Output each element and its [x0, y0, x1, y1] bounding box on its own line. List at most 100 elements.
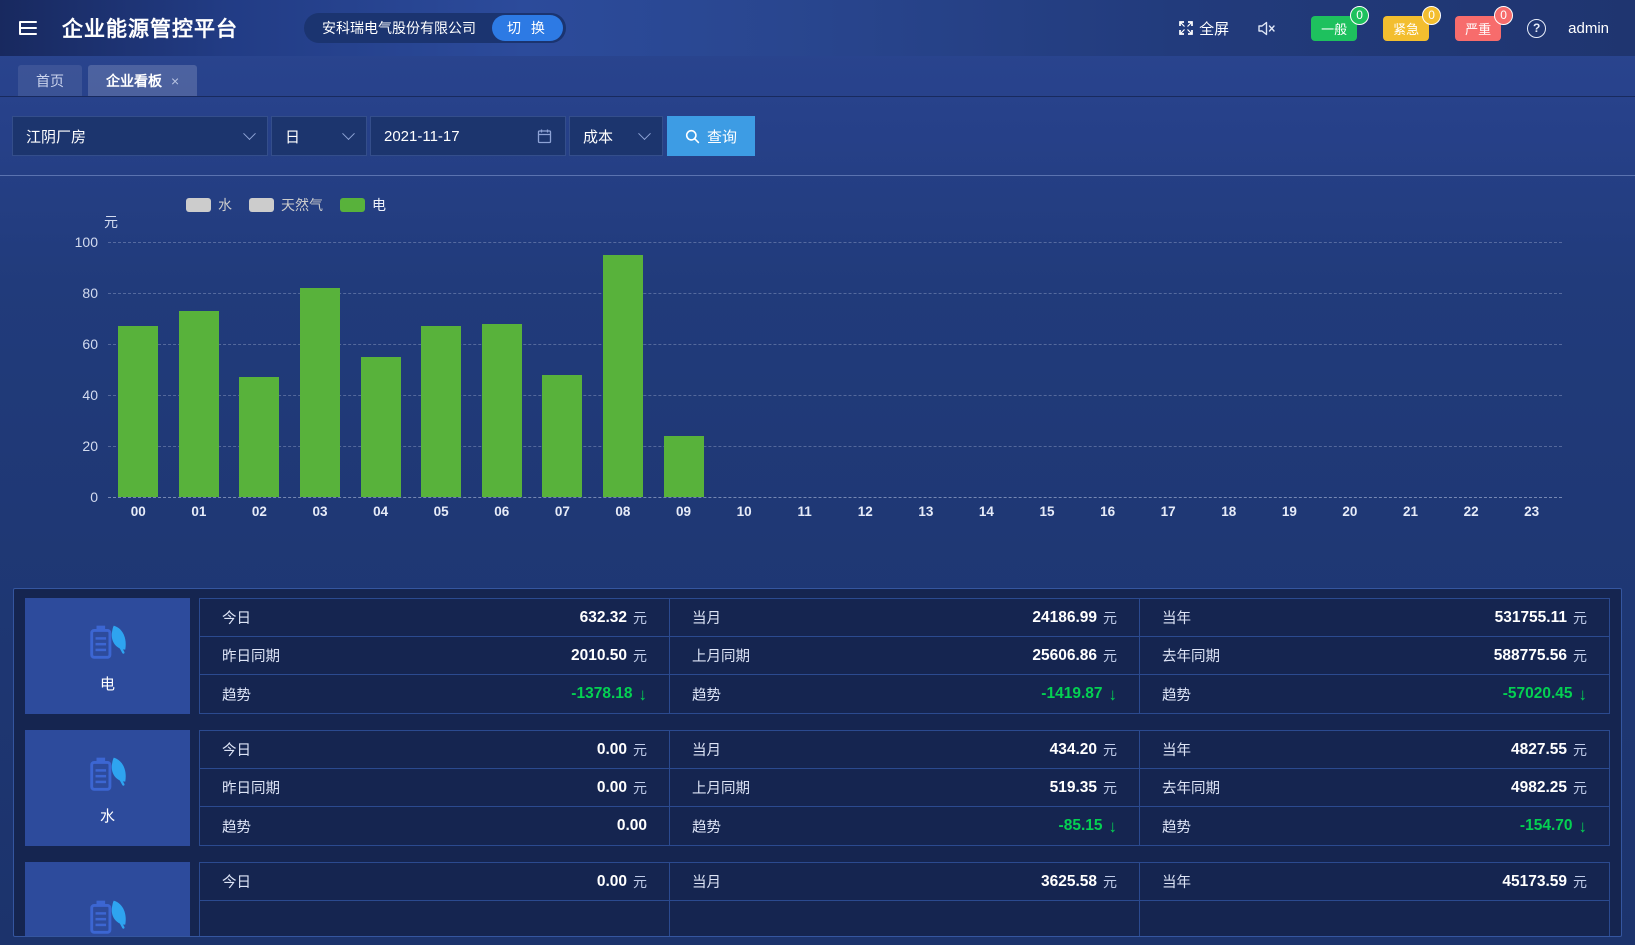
stat-cell	[200, 901, 669, 937]
stat-cell-value: 519.35	[1050, 779, 1097, 797]
stat-cell-label: 今日	[222, 871, 251, 892]
gridline	[108, 497, 1562, 498]
x-axis-label: 16	[1077, 504, 1138, 519]
stat-cell-label: 当月	[692, 871, 721, 892]
stat-cell: 去年同期588775.56元	[1140, 637, 1609, 675]
energy-type-tile: 水	[25, 730, 190, 846]
trend-down-icon: ↓	[1109, 686, 1118, 703]
battery-leaf-icon	[85, 750, 131, 796]
stat-cell: 今日0.00元	[200, 863, 669, 901]
stat-column-3: 当年4827.55元去年同期4982.25元趋势-154.70↓	[1139, 730, 1610, 846]
metric-select[interactable]: 成本	[569, 116, 663, 156]
period-select[interactable]: 日	[271, 116, 367, 156]
energy-cost-chart: 水天然气电 元 100806040200 0001020304050607080…	[0, 176, 1635, 585]
trend-down-icon: ↓	[639, 686, 648, 703]
alarm-normal-button[interactable]: 一般 0	[1311, 16, 1357, 41]
stat-cell: 上月同期519.35元	[670, 769, 1139, 807]
chevron-down-icon	[638, 127, 651, 140]
stat-cell: 今日 632.32 元	[200, 599, 669, 637]
legend-swatch	[340, 198, 365, 212]
mute-speaker-icon[interactable]	[1257, 20, 1277, 37]
switch-company-button[interactable]: 切 换	[492, 15, 563, 41]
stat-cell-value: 632.32	[580, 609, 627, 627]
stat-cell: 趋势-85.15↓	[670, 807, 1139, 845]
bar-08	[603, 255, 643, 497]
stat-cell-value: 434.20	[1050, 741, 1097, 759]
stat-cell-label: 上月同期	[692, 777, 750, 798]
stat-cell-value: 45173.59	[1502, 873, 1567, 891]
stat-cell-value: 2010.50	[571, 647, 627, 665]
tab-enterprise-board[interactable]: 企业看板 ×	[88, 65, 197, 96]
legend-item-水[interactable]: 水	[186, 195, 232, 215]
stat-cell-value: -1378.18	[571, 685, 632, 703]
alarm-severe-count-badge: 0	[1494, 6, 1513, 25]
stat-cell-value: 0.00	[597, 873, 627, 891]
site-select[interactable]: 江阴厂房	[12, 116, 268, 156]
y-axis-tick: 60	[30, 335, 98, 353]
bar-06	[482, 324, 522, 497]
stat-cell-value: 0.00	[597, 779, 627, 797]
bar-00	[118, 326, 158, 497]
stat-column-2: 当月3625.58元	[669, 862, 1140, 937]
bar-01	[179, 311, 219, 497]
tab-close-icon[interactable]: ×	[171, 73, 179, 89]
legend-label: 电	[372, 195, 386, 215]
stat-cell-label: 上月同期	[692, 645, 750, 666]
stat-cell-value: 588775.56	[1494, 647, 1567, 665]
stat-card-水: 水今日0.00元昨日同期0.00元趋势0.00当月434.20元上月同期519.…	[25, 730, 1610, 846]
chevron-down-icon	[342, 127, 355, 140]
alarm-group: 一般 0 紧急 0 严重 0	[1311, 16, 1527, 41]
stat-cell: 当月434.20元	[670, 731, 1139, 769]
stat-cell-unit: 元	[1573, 646, 1587, 666]
bar-07	[542, 375, 582, 497]
stat-cell-unit: 元	[633, 608, 647, 628]
stat-cell-unit: 元	[1103, 740, 1117, 760]
stat-cell-unit: 元	[1573, 608, 1587, 628]
date-picker[interactable]: 2021-11-17	[370, 116, 566, 156]
stat-cell: 去年同期4982.25元	[1140, 769, 1609, 807]
stat-cell: 趋势0.00	[200, 807, 669, 845]
stat-cell-unit: 元	[1573, 740, 1587, 760]
x-axis-label: 14	[956, 504, 1017, 519]
help-icon[interactable]: ?	[1527, 19, 1546, 38]
x-axis-label: 18	[1199, 504, 1260, 519]
stat-rows: 今日0.00元当月3625.58元当年45173.59元	[199, 862, 1610, 937]
tab-home[interactable]: 首页	[18, 65, 82, 96]
x-axis-label: 10	[714, 504, 775, 519]
y-axis-tick: 100	[30, 233, 98, 251]
battery-leaf-icon	[85, 893, 131, 938]
page-title: 企业能源管控平台	[62, 13, 238, 43]
fullscreen-button[interactable]: 全屏	[1178, 18, 1229, 39]
x-axis-label: 23	[1501, 504, 1562, 519]
search-button[interactable]: 查询	[667, 116, 755, 156]
chevron-down-icon	[243, 127, 256, 140]
stat-cell: 当年45173.59元	[1140, 863, 1609, 901]
x-axis-label: 04	[350, 504, 411, 519]
x-axis-label: 17	[1138, 504, 1199, 519]
stat-cell-label: 当年	[1162, 739, 1191, 760]
stat-card-电: 电今日632.32元昨日同期2010.50元趋势-1378.18↓当月24186…	[25, 598, 1610, 714]
bar-05	[421, 326, 461, 497]
legend-item-电[interactable]: 电	[340, 195, 386, 215]
y-axis-name: 元	[30, 212, 118, 232]
x-axis-label: 08	[593, 504, 654, 519]
x-axis-label: 01	[169, 504, 230, 519]
search-icon	[685, 129, 700, 144]
stat-cell-value: 531755.11	[1495, 609, 1567, 627]
x-axis-label: 15	[1017, 504, 1078, 519]
user-menu[interactable]: admin	[1568, 20, 1609, 37]
stat-cell-unit: 元	[1103, 608, 1117, 628]
legend-item-天然气[interactable]: 天然气	[249, 195, 323, 215]
stat-cell-label: 今日	[222, 607, 251, 628]
stat-cell: 趋势-57020.45↓	[1140, 675, 1609, 713]
stat-cell: 昨日同期2010.50元	[200, 637, 669, 675]
alarm-severe-button[interactable]: 严重 0	[1455, 16, 1501, 41]
stat-cell-label: 趋势	[1162, 684, 1191, 705]
x-axis-label: 12	[835, 504, 896, 519]
stat-column-3: 当年531755.11元去年同期588775.56元趋势-57020.45↓	[1139, 598, 1610, 714]
x-axis-label: 19	[1259, 504, 1320, 519]
menu-fold-icon[interactable]	[16, 16, 40, 40]
alarm-urgent-button[interactable]: 紧急 0	[1383, 16, 1429, 41]
stat-cell-label: 当年	[1162, 871, 1191, 892]
battery-leaf-icon	[85, 618, 131, 664]
